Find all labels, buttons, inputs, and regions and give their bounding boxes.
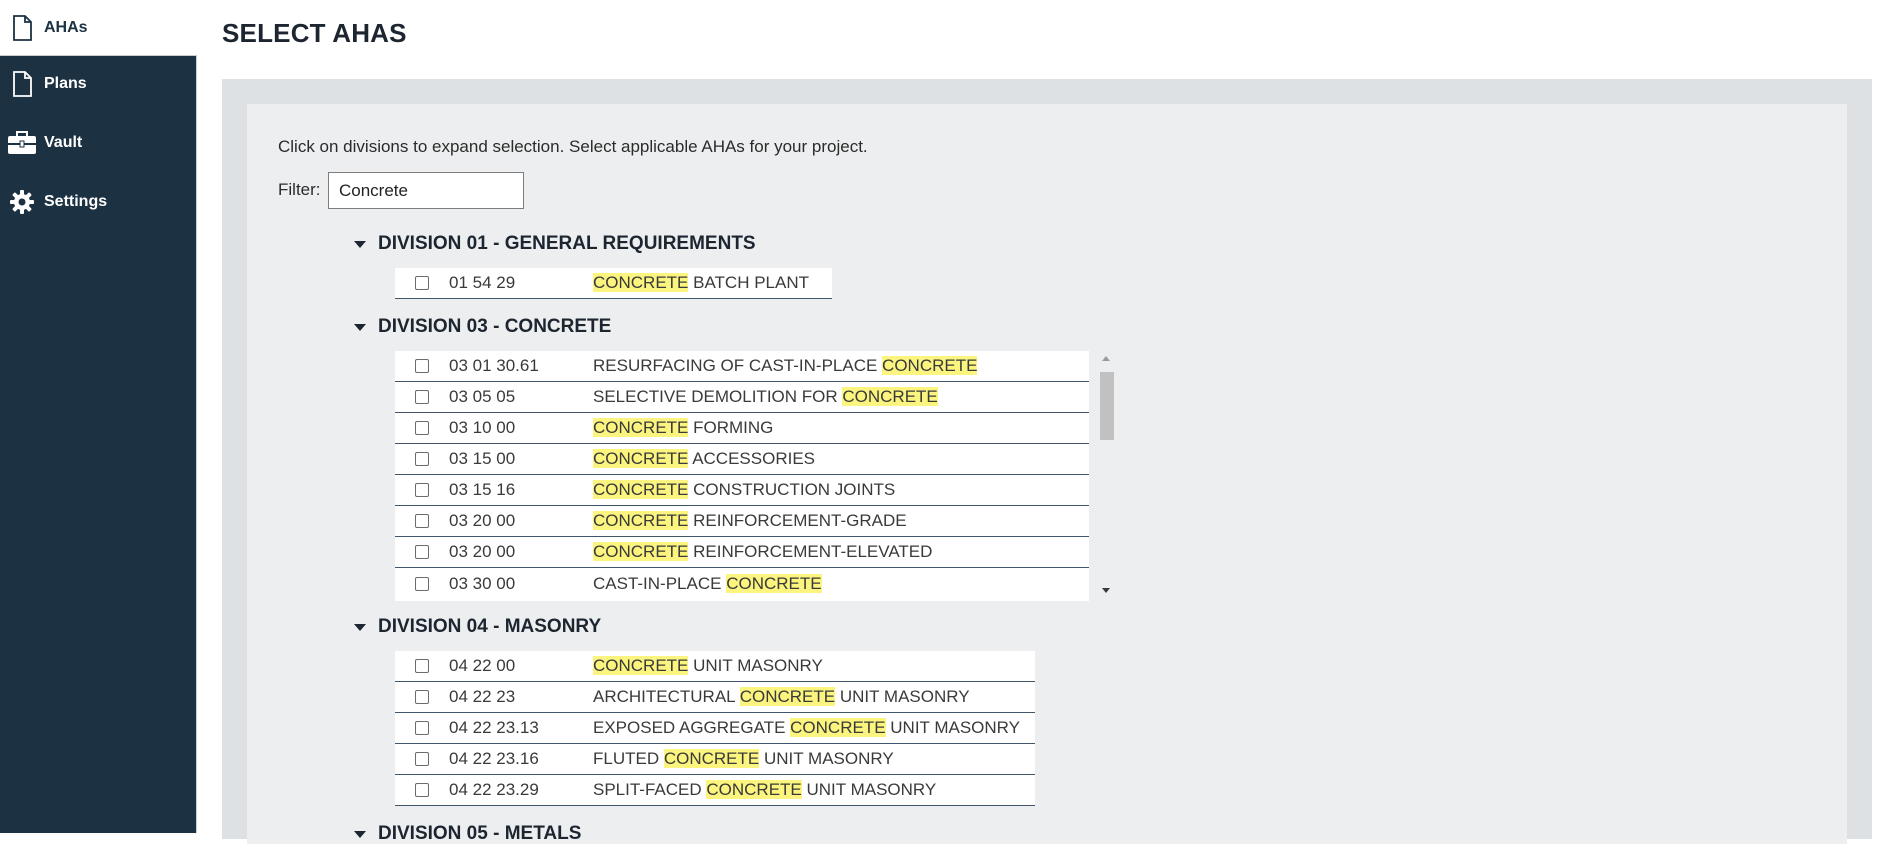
division-header-03[interactable]: DIVISION 03 - CONCRETE xyxy=(352,316,611,338)
list-item[interactable]: 03 20 00 CONCRETE REINFORCEMENT-GRADE xyxy=(395,506,1089,537)
sidebar-item-label: AHAs xyxy=(44,18,88,36)
item-code: 04 22 23.29 xyxy=(449,780,539,799)
item-checkbox[interactable] xyxy=(415,752,429,766)
item-checkbox[interactable] xyxy=(415,421,429,435)
sidebar-item-plans[interactable]: Plans xyxy=(0,56,197,112)
document-icon xyxy=(0,14,44,41)
item-code: 03 10 00 xyxy=(449,418,516,437)
scrollbar[interactable] xyxy=(1100,352,1114,600)
filter-label: Filter: xyxy=(278,180,321,199)
item-checkbox[interactable] xyxy=(415,359,429,373)
item-code: 03 01 30.61 xyxy=(449,356,539,375)
item-code: 03 30 00 xyxy=(449,573,516,593)
list-item[interactable]: 03 30 00 CAST-IN-PLACE CONCRETE xyxy=(395,568,1089,599)
item-description: CONCRETE REINFORCEMENT-ELEVATED xyxy=(593,542,933,561)
division-list-04: 04 22 00 CONCRETE UNIT MASONRY 04 22 23 … xyxy=(395,651,1035,806)
caret-down-icon xyxy=(354,830,366,838)
caret-down-icon xyxy=(354,623,366,631)
item-description: CONCRETE FORMING xyxy=(593,418,774,437)
scroll-up-icon[interactable] xyxy=(1102,356,1110,361)
item-checkbox[interactable] xyxy=(415,576,429,591)
list-item[interactable]: 04 22 00 CONCRETE UNIT MASONRY xyxy=(395,651,1035,682)
briefcase-icon xyxy=(0,131,44,155)
sidebar-item-vault[interactable]: Vault xyxy=(0,115,197,171)
caret-down-icon xyxy=(354,240,366,248)
item-code: 03 15 00 xyxy=(449,449,516,468)
list-item[interactable]: 03 15 00 CONCRETE ACCESSORIES xyxy=(395,444,1089,475)
division-title: DIVISION 03 - CONCRETE xyxy=(378,316,612,337)
item-checkbox[interactable] xyxy=(415,659,429,673)
scroll-down-icon[interactable] xyxy=(1102,588,1110,593)
sidebar-item-settings[interactable]: Settings xyxy=(0,174,197,230)
item-description: CONCRETE ACCESSORIES xyxy=(593,449,816,468)
item-description: CAST-IN-PLACE CONCRETE xyxy=(593,573,822,593)
list-item[interactable]: 03 15 16 CONCRETE CONSTRUCTION JOINTS xyxy=(395,475,1089,506)
item-description: CONCRETE UNIT MASONRY xyxy=(593,656,823,675)
item-code: 04 22 23 xyxy=(449,687,516,706)
page-title: SELECT AHAS xyxy=(222,18,407,48)
list-item[interactable]: 03 20 00 CONCRETE REINFORCEMENT-ELEVATED xyxy=(395,537,1089,568)
sidebar-item-label: Settings xyxy=(44,193,108,210)
item-description: EXPOSED AGGREGATE CONCRETE UNIT MASONRY xyxy=(593,718,1020,737)
item-code: 03 05 05 xyxy=(449,387,516,406)
item-description: FLUTED CONCRETE UNIT MASONRY xyxy=(593,749,894,768)
list-item[interactable]: 01 54 29 CONCRETE BATCH PLANT xyxy=(395,268,832,299)
item-code: 04 22 00 xyxy=(449,656,516,675)
list-item[interactable]: 03 10 00 CONCRETE FORMING xyxy=(395,413,1089,444)
list-item[interactable]: 04 22 23.29 SPLIT-FACED CONCRETE UNIT MA… xyxy=(395,775,1035,806)
item-description: ARCHITECTURAL CONCRETE UNIT MASONRY xyxy=(593,687,970,706)
sidebar-item-label: Plans xyxy=(44,75,87,92)
item-description: CONCRETE CONSTRUCTION JOINTS xyxy=(593,480,896,499)
filter-input[interactable] xyxy=(328,172,524,209)
division-title: DIVISION 05 - METALS xyxy=(378,823,582,844)
division-header-05[interactable]: DIVISION 05 - METALS xyxy=(352,823,581,845)
item-checkbox[interactable] xyxy=(415,690,429,704)
item-description: CONCRETE REINFORCEMENT-GRADE xyxy=(593,511,907,530)
document-icon xyxy=(0,71,44,97)
scroll-thumb[interactable] xyxy=(1100,372,1114,440)
list-item[interactable]: 04 22 23 ARCHITECTURAL CONCRETE UNIT MAS… xyxy=(395,682,1035,713)
item-code: 03 15 16 xyxy=(449,480,516,499)
item-description: SELECTIVE DEMOLITION FOR CONCRETE xyxy=(593,387,938,406)
list-item[interactable]: 04 22 23.13 EXPOSED AGGREGATE CONCRETE U… xyxy=(395,713,1035,744)
item-description: RESURFACING OF CAST-IN-PLACE CONCRETE xyxy=(593,356,978,375)
division-title: DIVISION 01 - GENERAL REQUIREMENTS xyxy=(378,233,756,254)
item-checkbox[interactable] xyxy=(415,721,429,735)
item-description: CONCRETE BATCH PLANT xyxy=(593,273,809,292)
item-checkbox[interactable] xyxy=(415,390,429,404)
division-header-01[interactable]: DIVISION 01 - GENERAL REQUIREMENTS xyxy=(352,233,756,255)
item-code: 04 22 23.13 xyxy=(449,718,539,737)
item-checkbox[interactable] xyxy=(415,483,429,497)
item-code: 01 54 29 xyxy=(449,273,516,292)
instructions-text: Click on divisions to expand selection. … xyxy=(278,137,868,156)
item-code: 03 20 00 xyxy=(449,542,516,561)
caret-down-icon xyxy=(354,323,366,331)
item-description: SPLIT-FACED CONCRETE UNIT MASONRY xyxy=(593,780,937,799)
sidebar-item-ahas[interactable]: AHAs xyxy=(0,0,197,56)
item-code: 04 22 23.16 xyxy=(449,749,539,768)
gear-icon xyxy=(0,189,44,215)
division-header-04[interactable]: DIVISION 04 - MASONRY xyxy=(352,616,601,638)
item-checkbox[interactable] xyxy=(415,276,429,290)
item-checkbox[interactable] xyxy=(415,545,429,559)
item-checkbox[interactable] xyxy=(415,452,429,466)
list-item[interactable]: 03 05 05 SELECTIVE DEMOLITION FOR CONCRE… xyxy=(395,382,1089,413)
division-list-03: 03 01 30.61 RESURFACING OF CAST-IN-PLACE… xyxy=(395,351,1089,601)
list-item[interactable]: 03 01 30.61 RESURFACING OF CAST-IN-PLACE… xyxy=(395,351,1089,382)
list-item[interactable]: 04 22 23.16 FLUTED CONCRETE UNIT MASONRY xyxy=(395,744,1035,775)
item-checkbox[interactable] xyxy=(415,783,429,797)
item-code: 03 20 00 xyxy=(449,511,516,530)
division-title: DIVISION 04 - MASONRY xyxy=(378,616,602,637)
item-checkbox[interactable] xyxy=(415,514,429,528)
sidebar-item-label: Vault xyxy=(44,134,83,151)
division-list-01: 01 54 29 CONCRETE BATCH PLANT xyxy=(395,268,832,299)
sidebar: AHAs Plans Vault Settings xyxy=(0,0,197,833)
